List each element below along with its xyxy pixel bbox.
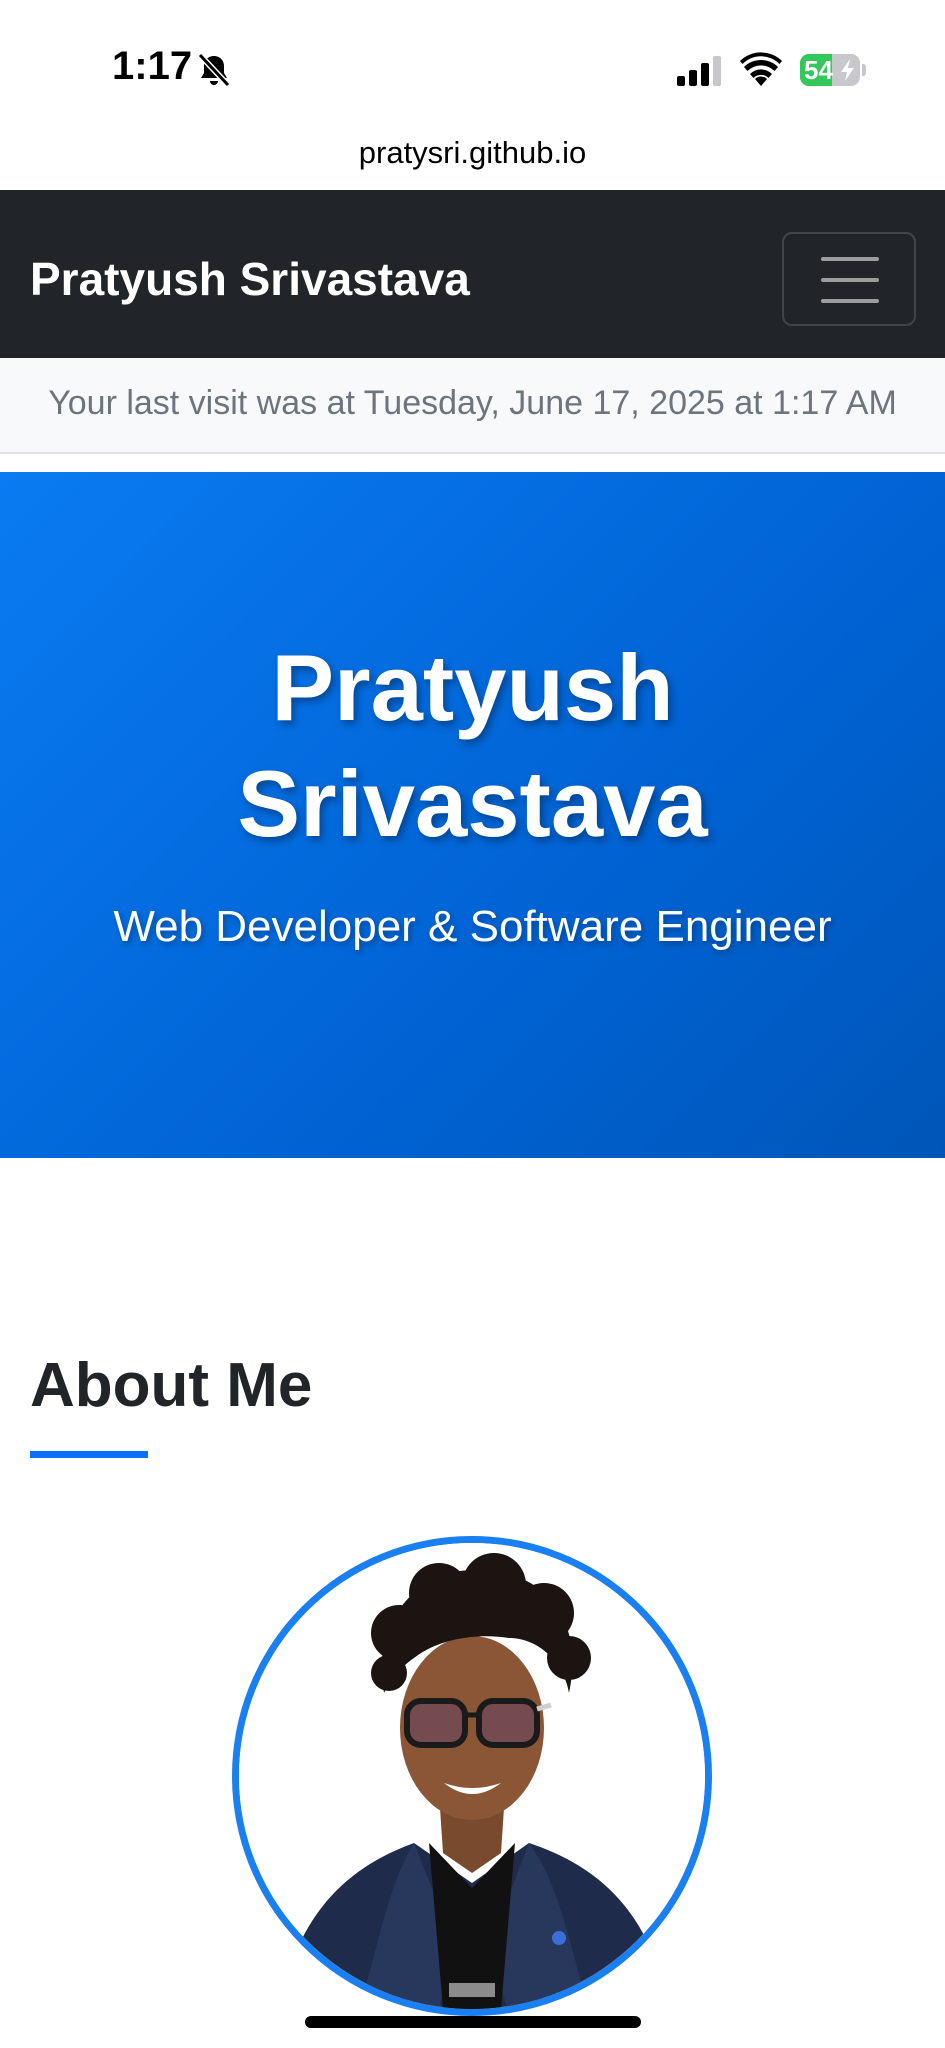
status-bar: 1:17 54 xyxy=(0,0,945,130)
browser-url[interactable]: pratysri.github.io xyxy=(0,135,945,171)
battery-charging-icon: 54 xyxy=(800,54,866,86)
navbar-brand[interactable]: Pratyush Srivastava xyxy=(30,252,470,306)
hero-title-line2: Srivastava xyxy=(237,751,708,856)
bell-slash-icon xyxy=(197,52,231,88)
status-time: 1:17 xyxy=(112,44,193,88)
home-indicator xyxy=(305,2016,641,2028)
heading-underline xyxy=(30,1451,148,1458)
hero-title-line1: Pratyush xyxy=(271,635,674,740)
last-visit-text: Your last visit was at Tuesday, June 17,… xyxy=(48,384,897,422)
about-heading: About Me xyxy=(30,1351,313,1420)
hero-title: Pratyush Srivastava xyxy=(0,630,945,862)
profile-avatar xyxy=(232,1536,712,2016)
navbar-toggler-button[interactable] xyxy=(782,232,916,326)
cellular-signal-icon xyxy=(677,56,721,86)
wifi-icon xyxy=(740,52,782,86)
battery-percent: 54 xyxy=(804,55,833,85)
hero-subtitle: Web Developer & Software Engineer xyxy=(113,902,832,951)
charging-bolt-icon xyxy=(841,59,854,81)
profile-photo xyxy=(239,1543,705,2009)
